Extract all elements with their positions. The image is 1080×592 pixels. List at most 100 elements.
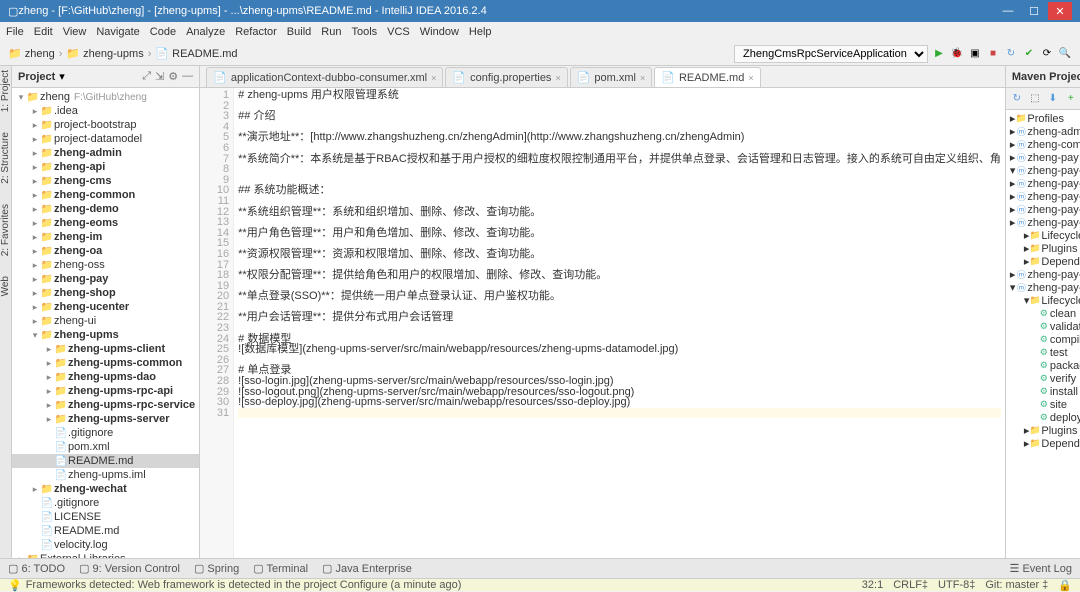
maven-node-zhengpaywebMavenWebapp[interactable]: ▾ⓜ zheng-pay-web Maven Webapp: [1006, 281, 1080, 294]
maven-node-zhengpayrpcapi[interactable]: ▸ⓜ zheng-pay-rpc-api: [1006, 203, 1080, 216]
tree-node-zheng-demo[interactable]: ▸📁zheng-demo: [12, 202, 199, 216]
tree-node-zheng-upms-dao[interactable]: ▸📁zheng-upms-dao: [12, 370, 199, 384]
maven-node-test[interactable]: ⚙ test: [1006, 346, 1080, 359]
editor-tab[interactable]: 📄config.properties×: [445, 67, 567, 87]
maven-node-zhengpayroot[interactable]: ▸ⓜ zheng-pay (root): [1006, 151, 1080, 164]
menu-navigate[interactable]: Navigate: [96, 26, 139, 38]
collapse-icon[interactable]: ⇲: [155, 70, 164, 83]
tool-favorites[interactable]: 2: Favorites: [0, 204, 11, 256]
dropdown-icon[interactable]: ▾: [59, 70, 65, 83]
update-icon[interactable]: ↻: [1004, 47, 1018, 61]
menu-build[interactable]: Build: [287, 26, 311, 38]
maven-node-zhengcommonroot[interactable]: ▸ⓜ zheng-common (root): [1006, 138, 1080, 151]
expand-icon[interactable]: ▸: [44, 400, 54, 411]
maven-node-compile[interactable]: ⚙ compile: [1006, 333, 1080, 346]
expand-icon[interactable]: ▸: [30, 484, 40, 495]
expand-icon[interactable]: ▸: [44, 358, 54, 369]
maximize-button[interactable]: ☐: [1022, 2, 1046, 20]
tree-node-zheng-shop[interactable]: ▸📁zheng-shop: [12, 286, 199, 300]
tree-node-.gitignore[interactable]: 📄.gitignore: [12, 426, 199, 440]
close-icon[interactable]: ×: [640, 73, 645, 83]
close-icon[interactable]: ×: [431, 73, 436, 83]
maven-node-zhengpaysdk[interactable]: ▸ⓜ zheng-pay-sdk: [1006, 268, 1080, 281]
minimize-button[interactable]: —: [996, 2, 1020, 20]
breadcrumb-item[interactable]: 📄 README.md: [155, 47, 237, 60]
expand-icon[interactable]: ▸: [30, 148, 40, 159]
bottom-tool-spring[interactable]: ▢ Spring: [194, 562, 239, 575]
expand-icon[interactable]: ▸: [30, 218, 40, 229]
generate-icon[interactable]: ⬚: [1028, 92, 1042, 106]
expand-icon[interactable]: ▾: [16, 92, 26, 103]
maven-node-verify[interactable]: ⚙ verify: [1006, 372, 1080, 385]
expand-icon[interactable]: ▾: [30, 330, 40, 341]
tree-node-zheng-im[interactable]: ▸📁zheng-im: [12, 230, 199, 244]
maven-node-package[interactable]: ⚙ package: [1006, 359, 1080, 372]
coverage-icon[interactable]: ▣: [968, 47, 982, 61]
maven-node-Lifecycle[interactable]: ▸📁 Lifecycle: [1006, 229, 1080, 242]
bottom-tool-javaenterprise[interactable]: ▢ Java Enterprise: [322, 562, 412, 575]
tree-node-LICENSE[interactable]: 📄LICENSE: [12, 510, 199, 524]
line-separator[interactable]: CRLF‡: [893, 579, 928, 592]
debug-icon[interactable]: 🐞: [950, 47, 964, 61]
event-log[interactable]: ☰ Event Log: [1010, 562, 1072, 575]
hide-icon[interactable]: —: [182, 70, 193, 83]
add-icon[interactable]: +: [1064, 92, 1078, 106]
close-icon[interactable]: ×: [748, 73, 753, 83]
editor-tab[interactable]: 📄applicationContext-dubbo-consumer.xml×: [206, 67, 443, 87]
search-icon[interactable]: 🔍: [1058, 47, 1072, 61]
tree-node-zheng-pay[interactable]: ▸📁zheng-pay: [12, 272, 199, 286]
editor-tab[interactable]: 📄README.md×: [654, 67, 760, 87]
menu-code[interactable]: Code: [150, 26, 176, 38]
tree-node-.gitignore[interactable]: 📄.gitignore: [12, 496, 199, 510]
expand-icon[interactable]: ▸: [30, 106, 40, 117]
lock-icon[interactable]: 🔒: [1058, 579, 1072, 592]
bottom-tool-terminal[interactable]: ▢ Terminal: [253, 562, 308, 575]
maven-node-deploy[interactable]: ⚙ deploy: [1006, 411, 1080, 424]
maven-node-zhengadminroot[interactable]: ▸ⓜ zheng-admin (root): [1006, 125, 1080, 138]
git-branch[interactable]: Git: master ‡: [985, 579, 1048, 592]
breadcrumb-item[interactable]: 📁 zheng-upms: [66, 47, 143, 60]
expand-icon[interactable]: ▸: [44, 344, 54, 355]
history-icon[interactable]: ⟳: [1040, 47, 1054, 61]
tree-node-zheng-upms.iml[interactable]: 📄zheng-upms.iml: [12, 468, 199, 482]
expand-icon[interactable]: ▸: [44, 386, 54, 397]
tree-node-pom.xml[interactable]: 📄pom.xml: [12, 440, 199, 454]
tree-node-zheng-upms-server[interactable]: ▸📁zheng-upms-server: [12, 412, 199, 426]
tree-node-zheng-ucenter[interactable]: ▸📁zheng-ucenter: [12, 300, 199, 314]
tree-node-zheng-upms-rpc-service[interactable]: ▸📁zheng-upms-rpc-service: [12, 398, 199, 412]
expand-icon[interactable]: ▸: [30, 260, 40, 271]
expand-icon[interactable]: ▸: [16, 554, 26, 559]
tree-node-zheng-cms[interactable]: ▸📁zheng-cms: [12, 174, 199, 188]
tree-node-zheng-upms-common[interactable]: ▸📁zheng-upms-common: [12, 356, 199, 370]
status-message[interactable]: Frameworks detected: Web framework is de…: [26, 579, 462, 591]
expand-icon[interactable]: ▸: [30, 232, 40, 243]
expand-icon[interactable]: ▸: [30, 134, 40, 145]
tree-node-zheng-api[interactable]: ▸📁zheng-api: [12, 160, 199, 174]
maven-node-clean[interactable]: ⚙ clean: [1006, 307, 1080, 320]
tree-node-README.md[interactable]: 📄README.md: [12, 454, 199, 468]
maven-node-Dependencies[interactable]: ▸📁 Dependencies: [1006, 437, 1080, 450]
maven-node-Dependencies[interactable]: ▸📁 Dependencies: [1006, 255, 1080, 268]
tree-node-zheng-oss[interactable]: ▸📁zheng-oss: [12, 258, 199, 272]
expand-icon[interactable]: ▸: [30, 302, 40, 313]
expand-icon[interactable]: ▸: [30, 190, 40, 201]
tool-web[interactable]: Web: [0, 276, 11, 296]
menu-refactor[interactable]: Refactor: [235, 26, 277, 38]
menu-tools[interactable]: Tools: [351, 26, 377, 38]
tree-node-.idea[interactable]: ▸📁.idea: [12, 104, 199, 118]
maven-node-zhengpaydao[interactable]: ▸ⓜ zheng-pay-dao: [1006, 190, 1080, 203]
tree-node-project-bootstrap[interactable]: ▸📁project-bootstrap: [12, 118, 199, 132]
expand-icon[interactable]: ▸: [30, 162, 40, 173]
tree-node-README.md[interactable]: 📄README.md: [12, 524, 199, 538]
expand-icon[interactable]: ▸: [44, 372, 54, 383]
tree-node-zheng-upms[interactable]: ▾📁zheng-upms: [12, 328, 199, 342]
close-icon[interactable]: ×: [555, 73, 560, 83]
menu-edit[interactable]: Edit: [34, 26, 53, 38]
menu-help[interactable]: Help: [469, 26, 492, 38]
expand-icon[interactable]: ▸: [30, 176, 40, 187]
tree-node-zheng-ui[interactable]: ▸📁zheng-ui: [12, 314, 199, 328]
menu-run[interactable]: Run: [321, 26, 341, 38]
expand-icon[interactable]: ▸: [30, 204, 40, 215]
expand-icon[interactable]: ▸: [30, 288, 40, 299]
maven-node-zhengpaycommon[interactable]: ▸ⓜ zheng-pay-common: [1006, 177, 1080, 190]
